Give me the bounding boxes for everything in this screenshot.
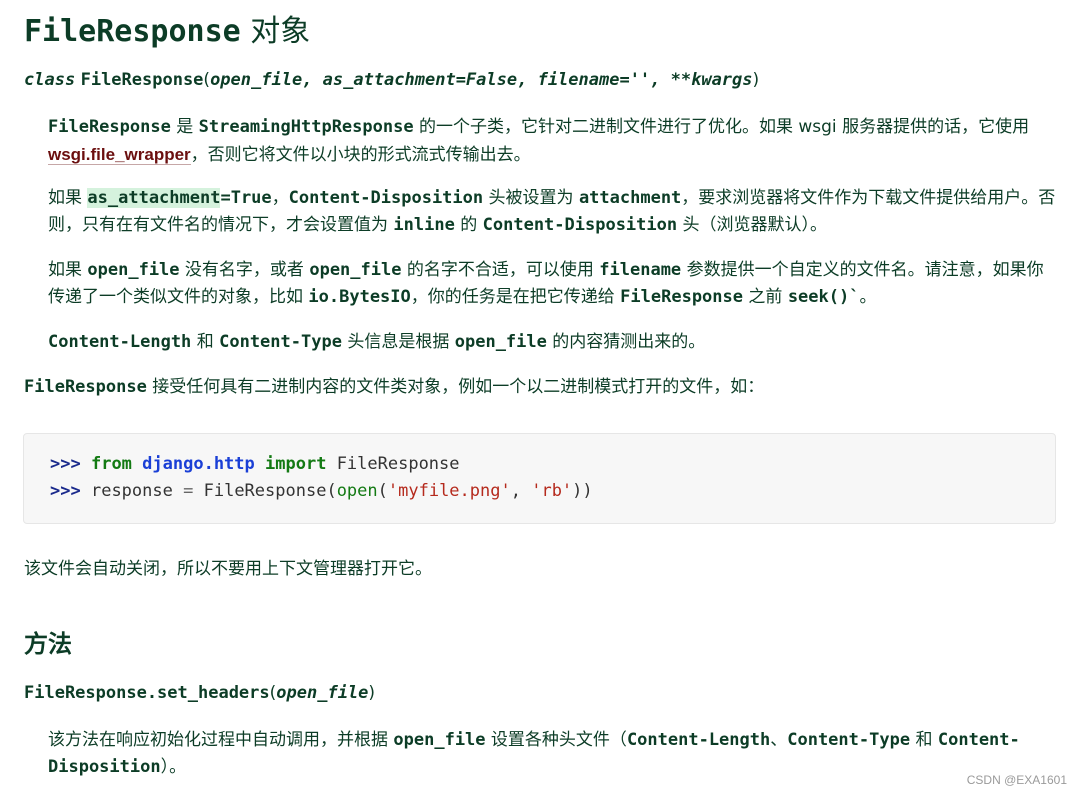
signature-params: open_file, as_attachment=False, filename… — [210, 70, 753, 90]
inline-code: io.BytesIO — [308, 287, 411, 307]
class-keyword: class — [24, 70, 76, 90]
method-name: FileResponse.set_headers — [24, 683, 270, 703]
inline-code: open_file — [454, 332, 547, 352]
paragraph-text: 该方法在响应初始化过程中自动调用，并根据 — [48, 730, 394, 750]
code-prompt: >>> — [50, 481, 81, 501]
watermark: CSDN @EXA1601 — [966, 773, 1067, 787]
inline-code: Content-Type — [787, 730, 911, 750]
paragraph-text: 如果 — [48, 260, 88, 280]
inline-code: StreamingHttpResponse — [198, 117, 414, 137]
code-block[interactable]: >>> from django.http import FileResponse… — [23, 433, 1056, 524]
inline-code: open_file — [87, 260, 180, 280]
code-builtin: open — [336, 481, 378, 501]
inline-code: =True — [220, 188, 272, 208]
page-title-code: FileResponse — [24, 14, 241, 49]
code-module: django.http — [142, 454, 255, 474]
paragraph-text: 头被设置为 — [483, 188, 579, 208]
method-signature: FileResponse.set_headers(open_file) — [24, 683, 375, 703]
wsgi-file-wrapper-link[interactable]: wsgi.file_wrapper — [48, 145, 191, 165]
paragraph-text: 的一个子类，它针对二进制文件进行了优化。如果 wsgi 服务器提供的话，它使用 — [413, 117, 1030, 137]
paragraph-text: 的 — [454, 215, 483, 235]
inline-code: Content-Type — [219, 332, 342, 352]
code-punct: )) — [572, 481, 593, 501]
paragraph-text: 的名字不合适，可以使用 — [401, 260, 600, 280]
page-title: FileResponse 对象 — [24, 6, 310, 50]
code-punct: ( — [326, 481, 337, 501]
inline-code: open_file — [393, 730, 486, 750]
inline-code: Content-Disposition — [482, 215, 678, 235]
paragraph-text: 如果 — [48, 188, 88, 208]
paragraph-text: ，你的任务是在把它传递给 — [410, 287, 621, 307]
code-string: 'rb' — [531, 481, 573, 501]
inline-code: FileResponse — [24, 377, 147, 397]
code-line: >>> from django.http import FileResponse — [50, 454, 460, 474]
page-title-suffix: 对象 — [240, 14, 311, 49]
method-param: open_file — [276, 683, 369, 703]
inline-code: Content-Length — [48, 332, 192, 352]
signature-close-paren: ) — [752, 70, 760, 90]
paragraph-text: 。 — [859, 287, 877, 307]
paragraph-auto-close: 该文件会自动关闭，所以不要用上下文管理器打开它。 — [24, 556, 1054, 583]
paragraph-text: 没有名字，或者 — [179, 260, 310, 280]
paragraph-method-desc: 该方法在响应初始化过程中自动调用，并根据 open_file 设置各种头文件（C… — [48, 727, 1058, 781]
code-punct: ( — [377, 481, 388, 501]
paragraph-text: 、 — [770, 730, 788, 750]
paragraph-text: 头信息是根据 — [341, 332, 455, 352]
paragraph-text: ， — [271, 188, 289, 208]
paragraph-text: 和 — [910, 730, 938, 750]
paragraph-text: 设置各种头文件（ — [485, 730, 627, 750]
paragraph-attachment: 如果 as_attachment=True，Content-Dispositio… — [48, 185, 1058, 239]
paragraph-text: ）。 — [160, 757, 187, 777]
paragraph-content-headers: Content-Length 和 Content-Type 头信息是根据 ope… — [48, 329, 1058, 356]
paragraph-filename: 如果 open_file 没有名字，或者 open_file 的名字不合适，可以… — [48, 257, 1058, 311]
code-keyword: import — [265, 454, 327, 474]
paragraph-text: 该文件会自动关闭，所以不要用上下文管理器打开它。 — [24, 559, 432, 579]
code-punct: , — [510, 481, 521, 501]
code-keyword: from — [90, 454, 132, 474]
paragraph-text: 是 — [170, 117, 199, 137]
paragraph-text: 的内容猜测出来的。 — [546, 332, 706, 352]
inline-code: FileResponse — [620, 287, 743, 307]
code-operator: = — [183, 481, 194, 501]
inline-code: Content-Disposition — [288, 188, 484, 208]
inline-code: open_file — [309, 260, 402, 280]
inline-code: attachment — [578, 188, 682, 208]
method-close-paren: ) — [368, 683, 376, 703]
class-name: FileResponse — [80, 70, 204, 90]
inline-code: filename — [599, 260, 682, 280]
code-name: FileResponse — [336, 454, 460, 474]
code-string: 'myfile.png' — [387, 481, 511, 501]
inline-code: FileResponse — [48, 117, 171, 137]
class-signature: class FileResponse(open_file, as_attachm… — [24, 70, 759, 90]
inline-code-highlighted: as_attachment — [87, 188, 221, 208]
code-name: response — [90, 481, 173, 501]
code-prompt: >>> — [50, 454, 81, 474]
paragraph-text: 接受任何具有二进制内容的文件类对象，例如一个以二进制模式打开的文件，如： — [146, 377, 765, 397]
code-name: FileResponse — [203, 481, 327, 501]
paragraph-subclass: FileResponse 是 StreamingHttpResponse 的一个… — [48, 114, 1058, 169]
section-title-methods: 方法 — [24, 630, 72, 658]
paragraph-text: ，否则它将文件以小块的形式流式传输出去。 — [190, 145, 531, 165]
inline-code: seek()` — [787, 287, 860, 307]
paragraph-text: 之前 — [743, 287, 788, 307]
paragraph-text: 头（浏览器默认）。 — [677, 215, 828, 235]
inline-code: inline — [393, 215, 455, 235]
code-line: >>> response = FileResponse(open('myfile… — [50, 481, 593, 501]
paragraph-accepts: FileResponse 接受任何具有二进制内容的文件类对象，例如一个以二进制模… — [24, 374, 1054, 401]
paragraph-text: 和 — [191, 332, 220, 352]
inline-code: Content-Length — [626, 730, 771, 750]
